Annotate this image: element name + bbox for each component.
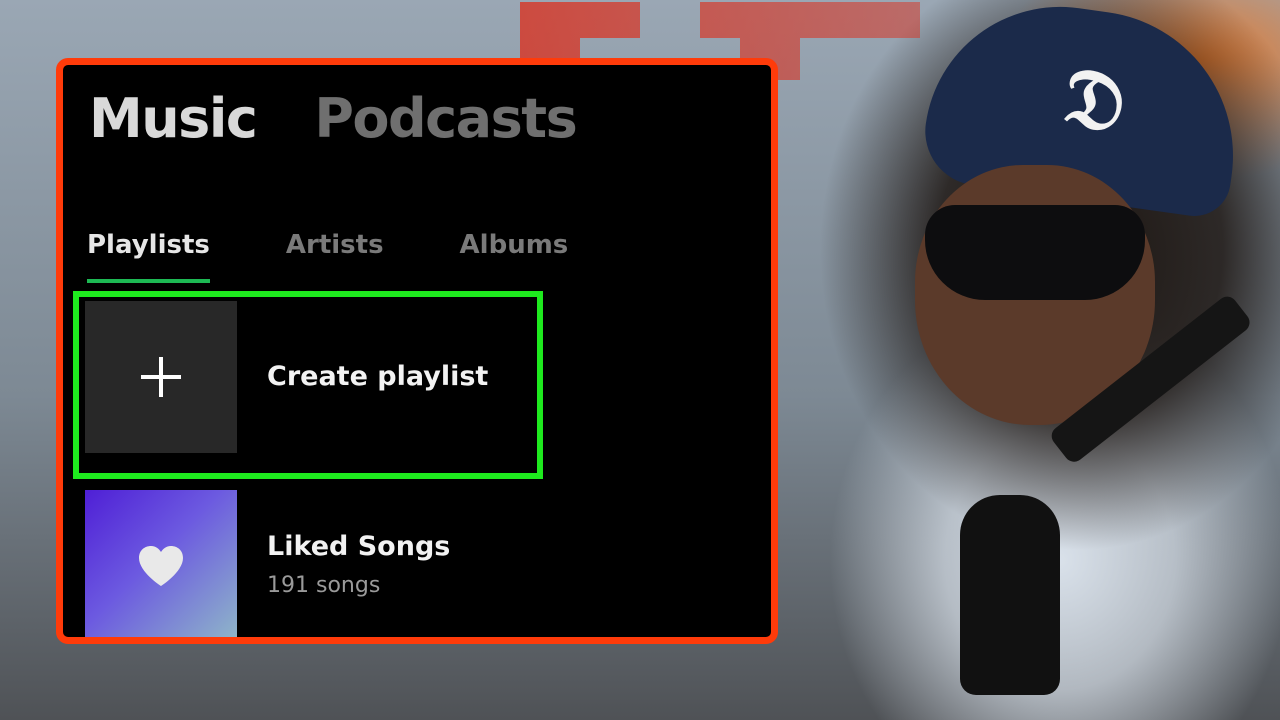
- background-cap-logo: 𝔇: [1056, 47, 1134, 153]
- create-playlist-label: Create playlist: [267, 361, 489, 392]
- filter-artists[interactable]: Artists: [286, 227, 384, 263]
- filter-playlists[interactable]: Playlists: [87, 227, 210, 283]
- filter-tabs: Playlists Artists Albums: [87, 227, 569, 283]
- tab-podcasts[interactable]: Podcasts: [314, 83, 577, 155]
- create-playlist-thumb: [85, 301, 237, 453]
- create-playlist-button[interactable]: Create playlist: [85, 301, 488, 453]
- background-sunglasses: [925, 205, 1145, 300]
- liked-songs-thumb: [85, 490, 237, 637]
- liked-songs-title: Liked Songs: [267, 531, 451, 562]
- tab-music[interactable]: Music: [89, 83, 258, 155]
- create-playlist-text: Create playlist: [267, 359, 488, 395]
- filter-albums[interactable]: Albums: [460, 227, 569, 263]
- liked-songs-text: Liked Songs 191 songs: [267, 529, 450, 603]
- library-panel: Music Podcasts Playlists Artists Albums …: [56, 58, 778, 644]
- heart-icon: [139, 546, 183, 586]
- liked-songs-item[interactable]: Liked Songs 191 songs: [85, 490, 450, 637]
- background-microphone: [960, 495, 1060, 695]
- liked-songs-count: 191 songs: [267, 573, 381, 598]
- top-tabs: Music Podcasts: [89, 83, 578, 155]
- plus-icon: [141, 357, 181, 397]
